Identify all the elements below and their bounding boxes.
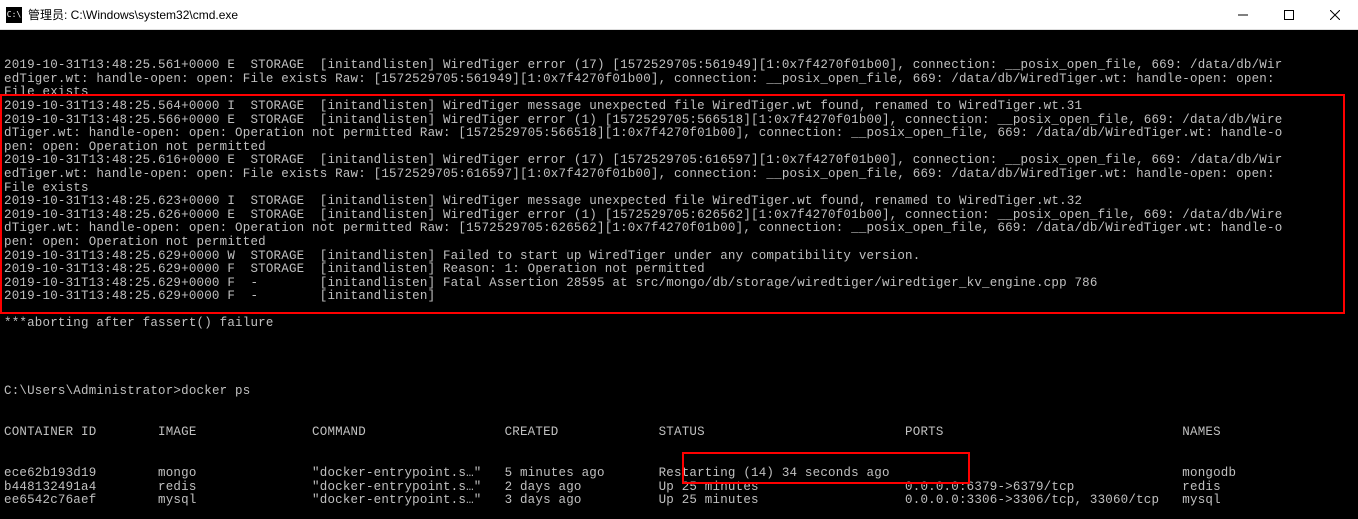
log-line: 2019-10-31T13:48:25.629+0000 F STORAGE [… (4, 263, 1354, 277)
window-title: 管理员: C:\Windows\system32\cmd.exe (28, 6, 238, 23)
log-line: 2019-10-31T13:48:25.629+0000 F - [initan… (4, 277, 1354, 291)
log-line: 2019-10-31T13:48:25.561+0000 E STORAGE [… (4, 59, 1354, 73)
table-row: ee6542c76aef mysql "docker-entrypoint.s…… (4, 494, 1354, 508)
log-output: 2019-10-31T13:48:25.561+0000 E STORAGE [… (4, 59, 1354, 358)
cmd-icon: C:\ (6, 7, 22, 23)
table-row: b448132491a4 redis "docker-entrypoint.s…… (4, 481, 1354, 495)
close-button[interactable] (1312, 0, 1358, 30)
log-line: 2019-10-31T13:48:25.629+0000 F - [initan… (4, 290, 1354, 304)
log-line: pen: open: Operation not permitted (4, 236, 1354, 250)
log-line: 2019-10-31T13:48:25.564+0000 I STORAGE [… (4, 100, 1354, 114)
table-row: ece62b193d19 mongo "docker-entrypoint.s…… (4, 467, 1354, 481)
cmd-icon-glyph: C:\ (7, 10, 21, 19)
log-line: 2019-10-31T13:48:25.566+0000 E STORAGE [… (4, 114, 1354, 128)
title-bar: C:\ 管理员: C:\Windows\system32\cmd.exe (0, 0, 1358, 30)
log-line: File exists (4, 86, 1354, 100)
log-line: dTiger.wt: handle-open: open: Operation … (4, 222, 1354, 236)
terminal[interactable]: 2019-10-31T13:48:25.561+0000 E STORAGE [… (0, 30, 1358, 519)
log-line (4, 304, 1354, 318)
docker-header: CONTAINER ID IMAGE COMMAND CREATED STATU… (4, 426, 1354, 440)
prompt-1: C:\Users\Administrator> (4, 384, 181, 398)
docker-rows: ece62b193d19 mongo "docker-entrypoint.s…… (4, 467, 1354, 508)
log-line: dTiger.wt: handle-open: open: Operation … (4, 127, 1354, 141)
title-left: C:\ 管理员: C:\Windows\system32\cmd.exe (6, 6, 238, 23)
log-line: 2019-10-31T13:48:25.629+0000 W STORAGE [… (4, 250, 1354, 264)
minimize-button[interactable] (1220, 0, 1266, 30)
log-line (4, 345, 1354, 359)
window-controls (1220, 0, 1358, 29)
maximize-button[interactable] (1266, 0, 1312, 30)
log-line: edTiger.wt: handle-open: open: File exis… (4, 168, 1354, 182)
log-line: ***aborting after fassert() failure (4, 317, 1354, 331)
log-line: 2019-10-31T13:48:25.616+0000 E STORAGE [… (4, 154, 1354, 168)
log-line: 2019-10-31T13:48:25.623+0000 I STORAGE [… (4, 195, 1354, 209)
log-line: File exists (4, 182, 1354, 196)
log-line (4, 331, 1354, 345)
prompt-line-1: C:\Users\Administrator>docker ps (4, 385, 1354, 399)
log-line: edTiger.wt: handle-open: open: File exis… (4, 73, 1354, 87)
log-line: pen: open: Operation not permitted (4, 141, 1354, 155)
log-line: 2019-10-31T13:48:25.626+0000 E STORAGE [… (4, 209, 1354, 223)
command-1: docker ps (181, 384, 250, 398)
